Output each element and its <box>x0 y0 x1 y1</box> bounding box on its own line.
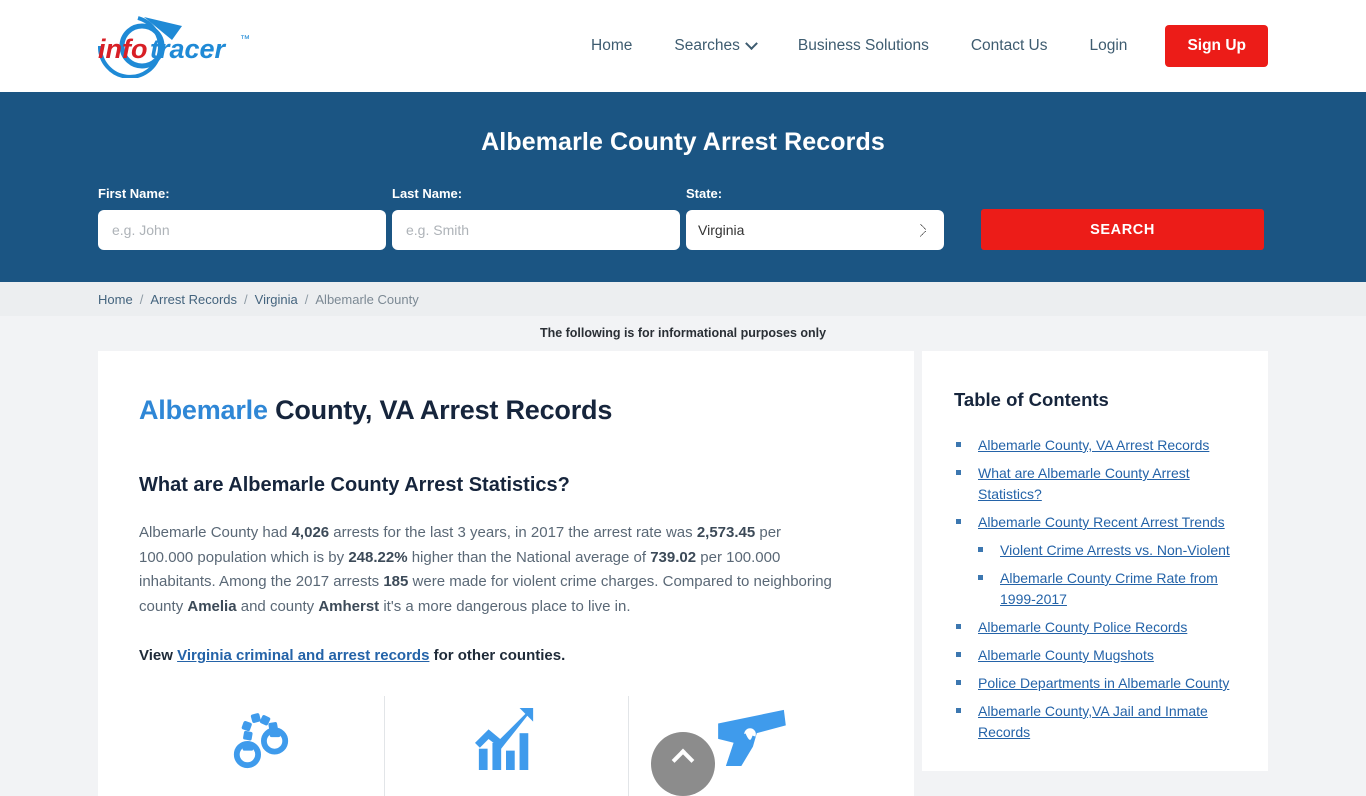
stat-arrest-rate: 2,573.45 <box>696 524 756 541</box>
text-fragment: it's a more dangerous place to live in. <box>379 597 631 615</box>
nav-item-searches[interactable]: Searches <box>653 36 776 55</box>
text-fragment: higher than the National average of <box>407 548 651 566</box>
toc-item: Police Departments in Albemarle County <box>954 673 1238 694</box>
page-title-highlight: Albemarle <box>139 395 268 425</box>
infotracer-logo[interactable]: info tracer ™ <box>98 12 266 78</box>
text-fragment: arrests for the last 3 years, in 2017 th… <box>329 524 697 541</box>
table-of-contents-card: Table of Contents Albemarle County, VA A… <box>922 351 1268 771</box>
main-content-card: Albemarle County, VA Arrest Records What… <box>98 351 914 796</box>
growth-chart-icon <box>475 708 534 770</box>
toc-link-police-departments[interactable]: Police Departments in Albemarle County <box>978 675 1229 691</box>
last-name-label: Last Name: <box>392 186 463 201</box>
toc-title: Table of Contents <box>954 389 1109 410</box>
breadcrumb: Home / Arrest Records / Virginia / Albem… <box>0 282 1366 316</box>
site-header: info tracer ™ Home Searches Business Sol… <box>0 0 1366 92</box>
breadcrumb-separator: / <box>139 291 144 307</box>
svg-text:info: info <box>98 34 147 64</box>
first-name-input[interactable] <box>98 210 386 250</box>
nav-label: Business Solutions <box>797 37 929 54</box>
text-fragment: Albemarle County had <box>139 524 292 541</box>
toc-list: Albemarle County, VA Arrest Records What… <box>954 435 1238 743</box>
toc-link-police-records[interactable]: Albemarle County Police Records <box>978 619 1187 635</box>
content-area: Albemarle County, VA Arrest Records What… <box>0 351 1366 796</box>
nav-label: Login <box>1089 37 1128 54</box>
first-name-label: First Name: <box>98 186 170 201</box>
toc-item: Albemarle County Recent Arrest Trends <box>954 512 1238 533</box>
toc-link-arrest-records[interactable]: Albemarle County, VA Arrest Records <box>978 437 1209 453</box>
stat-percent-higher: 248.22% <box>348 548 408 566</box>
arrest-search-form: First Name: Last Name: State: Virginia S… <box>98 186 1268 250</box>
last-name-input[interactable] <box>392 210 680 250</box>
stat-national-average: 739.02 <box>650 548 697 566</box>
svg-text:tracer: tracer <box>150 34 227 64</box>
toc-link-jail-inmate-records[interactable]: Albemarle County,VA Jail and Inmate Reco… <box>978 703 1208 740</box>
nav-item-contact-us[interactable]: Contact Us <box>950 37 1069 55</box>
breadcrumb-item-home[interactable]: Home <box>98 292 133 307</box>
feature-icon-row <box>139 696 873 796</box>
nav-item-business-solutions[interactable]: Business Solutions <box>777 37 950 55</box>
toc-item: Albemarle County Mugshots <box>954 645 1238 666</box>
state-label: State: <box>686 186 723 201</box>
search-banner: Albemarle County Arrest Records First Na… <box>0 92 1366 282</box>
nav-label: Home <box>591 37 633 54</box>
view-records-line: View Virginia criminal and arrest record… <box>139 647 873 664</box>
toc-item: Albemarle County,VA Jail and Inmate Reco… <box>954 701 1238 743</box>
toc-link-recent-arrest-trends[interactable]: Albemarle County Recent Arrest Trends <box>978 514 1225 530</box>
toc-item: Albemarle County Police Records <box>954 617 1238 638</box>
breadcrumb-current: Albemarle County <box>315 291 419 307</box>
stat-violent-arrests: 185 <box>383 573 409 590</box>
toc-item: Albemarle County, VA Arrest Records <box>954 435 1238 456</box>
scroll-to-top-button[interactable] <box>651 732 715 796</box>
svg-text:™: ™ <box>240 34 250 45</box>
nav-label: Searches <box>674 37 740 54</box>
chevron-down-icon <box>744 36 758 50</box>
state-group: State: Virginia <box>686 186 944 250</box>
section-heading: What are Albemarle County Arrest Statist… <box>139 474 570 496</box>
nav-label: Contact Us <box>970 37 1048 54</box>
breadcrumb-separator: / <box>244 291 248 307</box>
view-suffix: for other counties. <box>429 647 566 664</box>
banner-title: Albemarle County Arrest Records <box>481 128 885 156</box>
neighbor-county-1: Amelia <box>187 597 237 615</box>
toc-link-violent-vs-nonviolent[interactable]: Violent Crime Arrests vs. Non-Violent <box>1000 542 1230 558</box>
main-navigation: Home Searches Business Solutions Contact… <box>570 0 1268 92</box>
stat-arrests-total: 4,026 <box>291 524 330 541</box>
disclaimer-text: The following is for informational purpo… <box>0 316 1366 351</box>
icon-col-trends <box>383 696 629 796</box>
toc-link-arrest-statistics[interactable]: What are Albemarle County Arrest Statist… <box>978 465 1190 502</box>
toc-link-crime-rate-1999-2017[interactable]: Albemarle County Crime Rate from 1999-20… <box>1000 570 1218 607</box>
toc-link-mugshots[interactable]: Albemarle County Mugshots <box>978 647 1154 663</box>
toc-item: Violent Crime Arrests vs. Non-Violent <box>954 540 1238 561</box>
logo-svg: info tracer ™ <box>98 16 250 78</box>
nav-item-home[interactable]: Home <box>570 37 653 55</box>
breadcrumb-separator: / <box>304 291 309 307</box>
state-select[interactable]: Virginia <box>686 210 944 250</box>
page-title: Albemarle County, VA Arrest Records <box>139 395 873 426</box>
handcuffs-icon <box>234 713 289 769</box>
search-button[interactable]: SEARCH <box>981 209 1264 250</box>
breadcrumb-item-virginia[interactable]: Virginia <box>255 292 298 307</box>
toc-item: What are Albemarle County Arrest Statist… <box>954 463 1238 505</box>
statistics-paragraph: Albemarle County had 4,026 arrests for t… <box>139 521 839 619</box>
sign-up-button[interactable]: Sign Up <box>1165 25 1268 67</box>
breadcrumb-item-arrest-records[interactable]: Arrest Records <box>150 292 237 307</box>
first-name-group: First Name: <box>98 186 386 250</box>
virginia-records-link[interactable]: Virginia criminal and arrest records <box>177 647 429 664</box>
icon-col-arrests <box>139 700 384 796</box>
toc-item: Albemarle County Crime Rate from 1999-20… <box>954 568 1238 610</box>
handgun-icon <box>717 709 786 766</box>
page-title-rest: County, VA Arrest Records <box>267 395 613 425</box>
last-name-group: Last Name: <box>392 186 680 250</box>
view-prefix: View <box>139 647 178 664</box>
neighbor-county-2: Amherst <box>318 597 380 615</box>
text-fragment: and county <box>236 597 319 615</box>
nav-item-login[interactable]: Login <box>1069 37 1149 55</box>
